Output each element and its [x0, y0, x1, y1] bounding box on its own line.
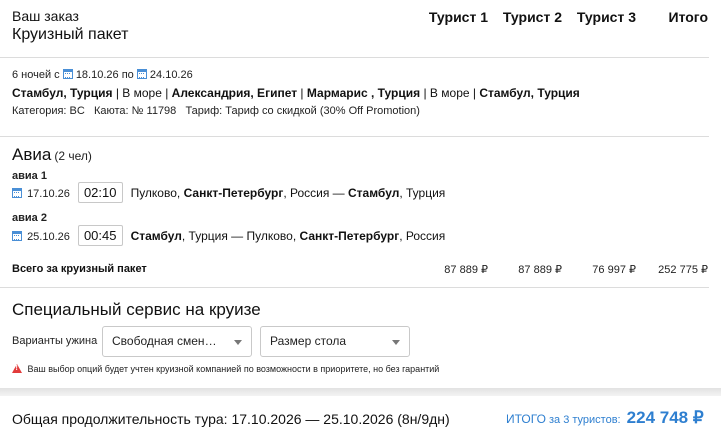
flight-time: 00:45 — [77, 225, 123, 246]
cruise-route: Стамбул, Турция | В море | Александрия, … — [12, 86, 580, 100]
cruise-dates: 6 ночей с 18.10.26 по 24.10.26 — [12, 69, 193, 81]
date-from: 18.10.26 — [75, 69, 119, 81]
text-segment: Стамбул — [130, 229, 182, 243]
text-segment: , Турция — [399, 186, 446, 200]
text-segment: Санкт-Петербург — [183, 186, 284, 200]
warning-note: Ваш выбор опций будет учтен круизной ком… — [12, 364, 439, 374]
text-segment: | — [297, 86, 307, 100]
text-segment: , Россия — [399, 229, 446, 243]
text-segment: | В море | — [420, 86, 480, 100]
package-total-tourist-1: 87 889 ₽ — [444, 264, 488, 276]
special-title: Специальный сервис на круизе — [12, 300, 261, 319]
flight-route: Пулково, Санкт-Петербург, Россия — Стамб… — [131, 186, 446, 200]
table-size-select[interactable]: Размер стола — [260, 326, 410, 357]
package-total-text: Всего за круизный пакет — [12, 263, 147, 275]
package-total-label: Всего за круизный пакет — [12, 263, 147, 275]
avia-title: Авиа — [12, 145, 52, 164]
avia-count: (2 чел) — [54, 149, 92, 163]
flight-row: 17.10.26 02:10 Пулково, Санкт-Петербург,… — [12, 182, 445, 203]
col-tourist-1: Турист 1 — [428, 9, 488, 25]
flight-label: авиа 2 — [12, 212, 47, 224]
tour-duration: Общая продолжительность тура: 17.10.2026… — [12, 411, 450, 427]
chevron-down-icon — [234, 340, 242, 345]
grand-total-label: ИТОГО — [506, 412, 546, 426]
text-segment: Стамбул, Турция — [12, 86, 113, 100]
footer-shadow — [0, 388, 721, 396]
calendar-icon — [136, 69, 147, 79]
grand-total: ИТОГО за 3 туристов: 224 748 ₽ — [506, 408, 704, 428]
col-total: Итого — [668, 9, 708, 25]
grand-total-for: за 3 туристов: — [548, 414, 621, 426]
dinner-label: Варианты ужина — [12, 335, 98, 347]
header-divider — [0, 57, 709, 58]
order-title: Ваш заказ — [12, 8, 79, 24]
warning-icon — [12, 364, 22, 373]
flight-row: 25.10.26 00:45 Стамбул, Турция — Пулково… — [12, 225, 445, 246]
text-segment: Александрия, Египет — [171, 86, 298, 100]
calendar-icon — [12, 231, 22, 241]
dinner-select-value: Свободная смена пит... — [112, 334, 242, 348]
text-segment: Мармарис , Турция — [306, 86, 421, 100]
flight-date: 25.10.26 — [27, 231, 70, 243]
cruise-details: Категория: BC Каюта: № 11798 Тариф: Тари… — [12, 105, 420, 117]
package-total-sum: 252 775 ₽ — [658, 264, 708, 276]
text-segment: , Россия — — [283, 186, 348, 200]
text-segment: | В море | — [112, 86, 172, 100]
calendar-icon — [62, 69, 73, 79]
total-divider — [0, 287, 709, 288]
package-total-tourist-3: 76 997 ₽ — [592, 264, 636, 276]
text-segment: , Турция — Пулково, — [181, 229, 300, 243]
calendar-icon — [12, 188, 22, 198]
package-title: Круизный пакет — [12, 26, 129, 43]
col-tourist-2: Турист 2 — [502, 9, 562, 25]
grand-total-value: 224 748 ₽ — [626, 408, 704, 427]
table-size-select-value: Размер стола — [270, 334, 347, 348]
flight-date: 17.10.26 — [27, 188, 70, 200]
warning-text: Ваш выбор опций будет учтен круизной ком… — [27, 364, 440, 374]
text-segment: Стамбул, Турция — [479, 86, 580, 100]
col-tourist-3: Турист 3 — [576, 9, 636, 25]
dinner-select[interactable]: Свободная смена пит... — [102, 326, 252, 357]
text-segment: Стамбул — [348, 186, 400, 200]
package-total-tourist-2: 87 889 ₽ — [518, 264, 562, 276]
nights-label: 6 ночей с — [12, 69, 60, 81]
date-to: 24.10.26 — [149, 69, 193, 81]
flight-label: авиа 1 — [12, 170, 47, 182]
flight-time: 02:10 — [77, 182, 123, 203]
chevron-down-icon — [392, 340, 400, 345]
date-sep: по — [121, 69, 134, 81]
avia-heading: Авиа (2 чел) — [12, 145, 92, 165]
cruise-divider — [0, 136, 709, 137]
flight-route: Стамбул, Турция — Пулково, Санкт-Петербу… — [131, 229, 446, 243]
text-segment: Санкт-Петербург — [299, 229, 400, 243]
text-segment: Пулково, — [130, 186, 184, 200]
